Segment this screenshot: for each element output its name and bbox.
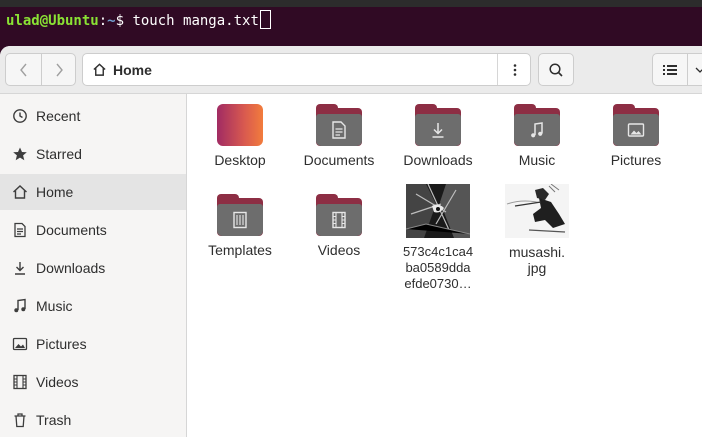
file-item-templates[interactable]: Templates xyxy=(192,194,288,258)
file-item-label: musashi. jpg xyxy=(509,244,565,276)
view-options xyxy=(652,53,702,86)
terminal-window[interactable]: ulad@Ubuntu:~$ touch manga.txt xyxy=(0,7,702,47)
file-item-label: Templates xyxy=(208,242,272,258)
file-item-label: Pictures xyxy=(610,152,662,168)
file-item-musashi-jpg[interactable]: musashi. jpg xyxy=(489,184,585,276)
trash-icon xyxy=(12,412,28,428)
desktop-folder-icon xyxy=(217,104,263,146)
folder-icon xyxy=(316,104,362,146)
terminal-titlebar xyxy=(0,0,702,7)
sidebar-item-label: Pictures xyxy=(36,336,87,352)
file-item-image-573c4c[interactable]: 573c4c1ca4 ba0589dda efde0730… xyxy=(390,184,486,292)
breadcrumb-home[interactable]: Home xyxy=(83,54,152,85)
download-icon xyxy=(12,260,28,276)
location-bar[interactable]: Home xyxy=(82,53,531,86)
chevron-left-icon xyxy=(19,63,27,76)
chevron-right-icon xyxy=(56,63,63,76)
forward-button[interactable] xyxy=(42,54,76,85)
folder-icon xyxy=(514,104,560,146)
film-icon xyxy=(332,211,346,229)
sidebar-item-trash[interactable]: Trash xyxy=(0,402,186,437)
sidebar-item-label: Music xyxy=(36,298,73,314)
music-icon xyxy=(12,298,28,314)
file-item-music[interactable]: Music xyxy=(489,104,585,168)
location-menu-button[interactable] xyxy=(498,54,531,85)
file-item-label: Documents xyxy=(303,152,375,168)
location-label: Home xyxy=(113,61,152,78)
terminal-path: ~ xyxy=(107,13,116,29)
folder-icon xyxy=(415,104,461,146)
vertical-dots-icon xyxy=(513,63,516,76)
star-icon xyxy=(12,146,28,162)
folder-icon xyxy=(217,194,263,236)
file-item-downloads[interactable]: Downloads xyxy=(390,104,486,168)
image-thumbnail xyxy=(406,184,470,238)
file-manager-window: Home Recent Starred Home Documents Downl… xyxy=(0,46,702,437)
file-name-line: jpg xyxy=(527,260,547,276)
file-item-videos[interactable]: Videos xyxy=(291,194,387,258)
chevron-down-icon xyxy=(695,67,702,73)
home-icon xyxy=(12,184,28,200)
sidebar-item-label: Recent xyxy=(36,108,81,124)
sidebar-item-downloads[interactable]: Downloads xyxy=(0,250,186,286)
sidebar-item-label: Downloads xyxy=(36,260,106,276)
search-icon xyxy=(549,62,563,77)
terminal-prompt-line: ulad@Ubuntu:~$ touch manga.txt xyxy=(6,10,271,30)
document-icon xyxy=(332,121,346,139)
terminal-colon: : xyxy=(98,13,108,29)
file-item-pictures[interactable]: Pictures xyxy=(588,104,684,168)
file-item-desktop[interactable]: Desktop xyxy=(192,104,288,168)
document-icon xyxy=(12,222,28,238)
sidebar-item-home[interactable]: Home xyxy=(0,174,186,210)
image-thumbnail xyxy=(505,184,569,238)
file-item-documents[interactable]: Documents xyxy=(291,104,387,168)
picture-icon xyxy=(627,123,645,137)
terminal-user-host: ulad@Ubuntu xyxy=(6,13,99,29)
template-icon xyxy=(233,211,247,229)
sidebar-item-documents[interactable]: Documents xyxy=(0,212,186,248)
navigation-buttons xyxy=(5,53,76,86)
file-name-line: efde0730… xyxy=(404,276,472,291)
terminal-command: touch manga.txt xyxy=(132,13,259,29)
view-dropdown-button[interactable] xyxy=(688,54,702,85)
file-name-line: musashi. xyxy=(508,244,566,260)
file-item-label: 573c4c1ca4 ba0589dda efde0730… xyxy=(403,244,473,292)
sidebar-item-label: Trash xyxy=(36,412,72,428)
film-icon xyxy=(12,374,28,390)
folder-icon xyxy=(613,104,659,146)
picture-icon xyxy=(12,336,28,352)
sidebar: Recent Starred Home Documents Downloads … xyxy=(0,94,187,437)
sidebar-item-videos[interactable]: Videos xyxy=(0,364,186,400)
sidebar-item-pictures[interactable]: Pictures xyxy=(0,326,186,362)
file-item-label: Desktop xyxy=(214,152,266,168)
file-item-label: Videos xyxy=(317,242,361,258)
folder-icon xyxy=(316,194,362,236)
file-item-label: Music xyxy=(518,152,556,168)
sidebar-item-recent[interactable]: Recent xyxy=(0,98,186,134)
header-bar: Home xyxy=(0,46,702,94)
sidebar-item-label: Videos xyxy=(36,374,79,390)
sidebar-item-label: Home xyxy=(36,184,74,200)
file-name-line: 573c4c1ca4 xyxy=(402,244,474,259)
clock-icon xyxy=(12,108,28,124)
list-icon xyxy=(663,64,677,75)
sidebar-item-label: Starred xyxy=(36,146,82,162)
file-item-label: Downloads xyxy=(403,152,473,168)
sidebar-item-label: Documents xyxy=(36,222,107,238)
file-grid: Desktop Documents Downloads Music Pictur… xyxy=(187,94,702,437)
back-button[interactable] xyxy=(6,54,41,85)
file-name-line: ba0589dda xyxy=(405,260,471,275)
download-icon xyxy=(432,123,444,138)
sidebar-item-music[interactable]: Music xyxy=(0,288,186,324)
sidebar-item-starred[interactable]: Starred xyxy=(0,136,186,172)
home-icon xyxy=(93,63,106,76)
search-button[interactable] xyxy=(538,53,574,86)
terminal-prompt-symbol: $ xyxy=(115,13,133,29)
list-view-button[interactable] xyxy=(653,54,687,85)
music-icon xyxy=(531,122,543,138)
terminal-cursor xyxy=(259,10,271,29)
